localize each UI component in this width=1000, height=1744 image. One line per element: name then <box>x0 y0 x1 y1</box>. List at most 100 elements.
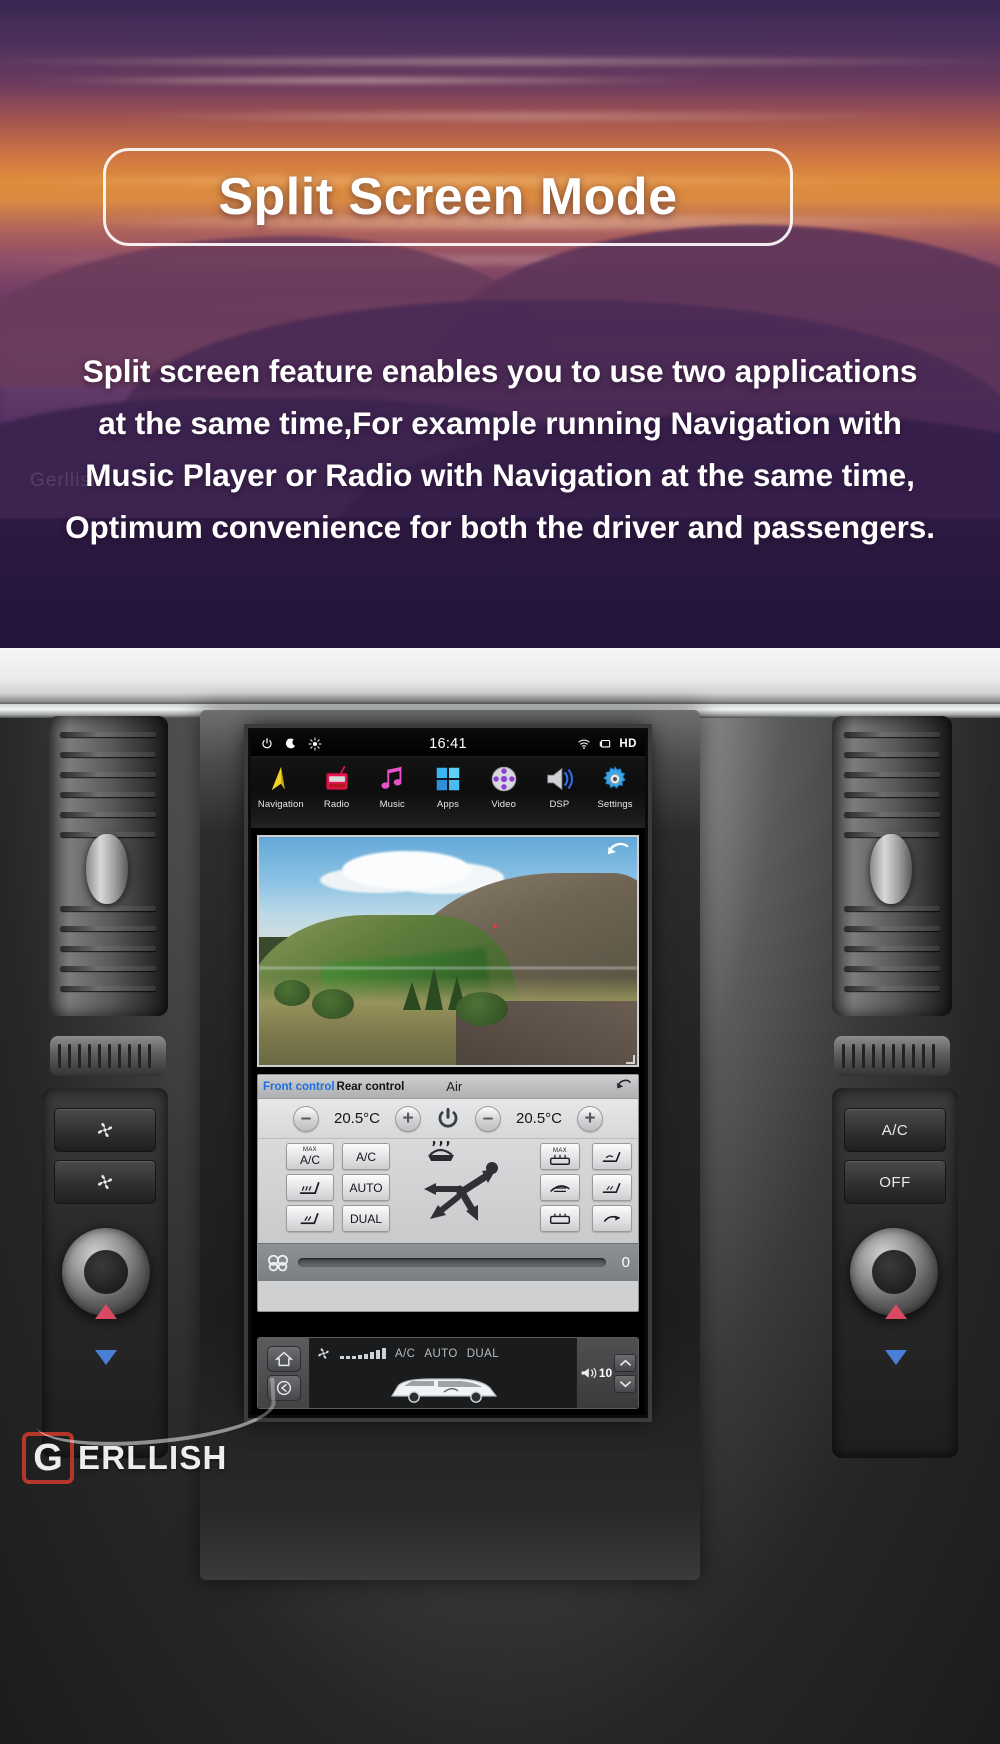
left-temp-plus-button[interactable]: + <box>395 1105 421 1132</box>
button-label: A/C <box>355 1149 376 1164</box>
screen-cast-icon[interactable] <box>598 737 612 751</box>
seat-icon <box>300 1212 319 1224</box>
fan-speed-slider[interactable] <box>298 1258 606 1267</box>
cloud-band <box>0 58 1000 65</box>
seat-vent-button[interactable] <box>592 1174 632 1201</box>
hero-banner: Gerllish Split Screen Mode Split screen … <box>0 0 1000 648</box>
back-arrow-icon <box>276 1380 291 1395</box>
seat-airflow-icon <box>602 1151 621 1162</box>
max-defrost-button[interactable]: MAX <box>540 1143 580 1170</box>
vent-knob-left[interactable] <box>86 834 128 904</box>
launcher-label: Navigation <box>257 799 304 810</box>
launcher-item-navigation[interactable]: Navigation <box>253 761 308 810</box>
navigation-arrow-icon <box>253 761 308 797</box>
description-line: Optimum convenience for both the driver … <box>65 509 935 545</box>
button-label: DUAL <box>349 1211 382 1226</box>
launcher-label: Music <box>379 799 405 810</box>
dual-button[interactable]: DUAL <box>342 1205 390 1232</box>
air-vent-left[interactable] <box>48 716 168 1016</box>
wifi-icon[interactable] <box>577 737 591 751</box>
resize-handle-icon[interactable] <box>626 1055 635 1064</box>
navigation-camera-pane[interactable] <box>257 835 639 1067</box>
ac-button[interactable]: A/C <box>342 1143 390 1170</box>
home-icon <box>274 1351 293 1366</box>
climate-power-button[interactable] <box>433 1104 463 1134</box>
title-pill: Split Screen Mode <box>103 148 793 246</box>
up-arrow-right[interactable] <box>885 1304 907 1319</box>
scenery-photo <box>259 837 637 1065</box>
home-back-cluster <box>258 1338 310 1408</box>
app-launcher-bar: Navigation Radio Music Apps Video DSP Se… <box>251 757 645 829</box>
fan-button-left[interactable] <box>54 1108 156 1152</box>
home-button[interactable] <box>266 1345 301 1372</box>
climate-undo-button[interactable] <box>615 1077 632 1096</box>
airflow-diagram[interactable] <box>408 1140 518 1240</box>
down-arrow-left[interactable] <box>95 1350 117 1365</box>
temp-rotary-knob-left[interactable] <box>62 1228 150 1316</box>
launcher-item-radio[interactable]: Radio <box>309 761 364 810</box>
head-unit-screen[interactable]: 16:41 HD Navigation Radio Music Apps Vid… <box>248 728 648 1418</box>
back-arrow-icon <box>607 842 629 855</box>
seat-heat-button[interactable] <box>286 1205 334 1232</box>
status-bar: 16:41 HD <box>251 731 645 757</box>
tab-rear-control[interactable]: Rear control <box>337 1081 405 1093</box>
front-seat-heat-button[interactable] <box>286 1174 334 1201</box>
page-title: Split Screen Mode <box>218 168 678 226</box>
seat-vent-icon <box>602 1182 621 1193</box>
cloud-band <box>20 78 720 83</box>
volume-up-button[interactable] <box>614 1353 637 1372</box>
recirc-air-button[interactable] <box>592 1205 632 1232</box>
gear-icon <box>588 761 643 797</box>
volume-icon[interactable] <box>579 1365 597 1381</box>
speaker-grille-right <box>834 1036 950 1076</box>
tab-front-control[interactable]: Front control <box>263 1081 335 1093</box>
fan-speed-value: 0 <box>621 1254 630 1271</box>
rear-seat-heat-button[interactable] <box>540 1174 580 1201</box>
vent-knob-right[interactable] <box>870 834 912 904</box>
dash-top-lip <box>0 648 1000 706</box>
brand-name: ERLLISH <box>78 1439 228 1476</box>
back-button[interactable] <box>266 1374 301 1401</box>
speaker-icon <box>532 761 587 797</box>
music-note-icon <box>365 761 420 797</box>
off-button-right[interactable]: OFF <box>844 1160 946 1204</box>
launcher-item-music[interactable]: Music <box>365 761 420 810</box>
left-temp-minus-button[interactable]: – <box>293 1105 319 1132</box>
fan-icon[interactable] <box>266 1253 290 1273</box>
suv-airflow-icon <box>390 1378 498 1403</box>
volume-rotary-knob-right[interactable] <box>850 1228 938 1316</box>
description-line: Music Player or Radio with Navigation at… <box>85 457 915 493</box>
climate-control-pane[interactable]: Front control Rear control Air – 20.5°C … <box>257 1074 639 1312</box>
launcher-label: Settings <box>597 799 633 810</box>
launcher-item-video[interactable]: Video <box>476 761 531 810</box>
auto-button[interactable]: AUTO <box>342 1174 390 1201</box>
launcher-label: Apps <box>436 799 459 810</box>
seat-heat-icon <box>299 1181 320 1194</box>
volume-down-button[interactable] <box>614 1374 637 1393</box>
climate-button-grid: MAX A/C A/C AUTO DUAL MAX <box>258 1139 638 1243</box>
status-label-dual: DUAL <box>466 1347 499 1360</box>
right-temp-plus-button[interactable]: + <box>577 1105 603 1132</box>
recirculation-button[interactable] <box>592 1143 632 1170</box>
max-ac-button[interactable]: MAX A/C <box>286 1143 334 1170</box>
button-label: A/C <box>299 1152 320 1167</box>
climate-tabs: Front control Rear control Air <box>258 1075 638 1099</box>
hd-indicator: HD <box>619 737 637 750</box>
fan-speed-row: 0 <box>258 1243 638 1281</box>
air-vent-right[interactable] <box>832 716 952 1016</box>
rear-fan-button-left[interactable] <box>54 1160 156 1204</box>
fan-level-bars <box>340 1348 386 1359</box>
down-arrow-right[interactable] <box>885 1350 907 1365</box>
ac-button-right[interactable]: A/C <box>844 1108 946 1152</box>
right-temp-minus-button[interactable]: – <box>475 1105 501 1132</box>
launcher-item-dsp[interactable]: DSP <box>532 761 587 810</box>
fan-blade-icon <box>318 1348 329 1359</box>
launcher-label: Video <box>491 799 516 810</box>
pane-back-button[interactable] <box>605 839 631 866</box>
up-arrow-left[interactable] <box>95 1304 117 1319</box>
rear-defrost-button[interactable] <box>540 1205 580 1232</box>
right-temperature-value: 20.5°C <box>515 1110 563 1127</box>
launcher-item-settings[interactable]: Settings <box>588 761 643 810</box>
air-label: Air <box>446 1079 463 1094</box>
launcher-item-apps[interactable]: Apps <box>420 761 475 810</box>
